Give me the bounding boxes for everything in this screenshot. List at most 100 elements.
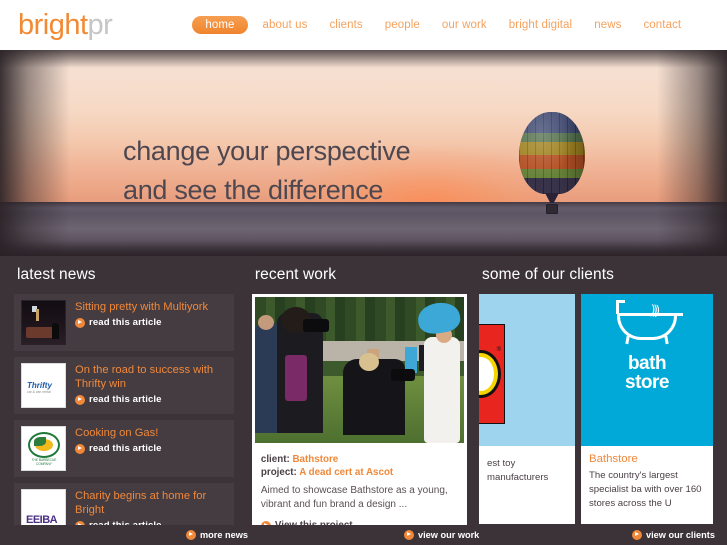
nav-item-clients[interactable]: clients	[318, 19, 373, 31]
latest-news-column: latest news Sitting pretty with Multiyor…	[14, 256, 234, 545]
read-article-label: read this article	[89, 317, 162, 328]
hero-vignette-bottom	[0, 240, 727, 256]
photo-detail	[302, 319, 329, 332]
work-description: Aimed to showcase Bathstore as a young, …	[260, 485, 448, 510]
nav-item-bright-digital[interactable]: bright digital	[498, 19, 583, 31]
thumb-art	[22, 301, 65, 344]
recent-work-column: recent work client: Bathstore project: A…	[251, 256, 467, 545]
hero-banner[interactable]: change your perspective and see the diff…	[0, 50, 727, 256]
logo-text-pr: pr	[87, 8, 113, 41]
thumb-detail: car & van rental	[27, 390, 51, 394]
bathstore-word-line1: bath	[627, 353, 667, 374]
news-list-item[interactable]: Sitting pretty with Multiyork read this …	[14, 294, 234, 351]
client-text-bathstore: Bathstore The country's largest speciali…	[581, 446, 713, 524]
clients-title: some of our clients	[482, 266, 614, 283]
bathstore-word-line2: store	[625, 372, 669, 393]
arrow-right-icon	[632, 530, 642, 540]
nav-item-our-work[interactable]: our work	[431, 19, 498, 31]
thumb-art: THE BARBECUE COMPANY	[22, 427, 65, 470]
tap-icon	[616, 300, 625, 314]
clients-column: some of our clients ® est toy manufactur…	[479, 256, 713, 545]
thumb-detail	[34, 437, 46, 446]
news-thumbnail-barbecue: THE BARBECUE COMPANY	[21, 426, 66, 471]
balloon-throat	[545, 193, 559, 203]
client-card-toy[interactable]: ® est toy manufacturers	[479, 294, 575, 524]
nav-item-about-us[interactable]: about us	[252, 19, 319, 31]
hot-air-balloon-icon	[519, 112, 585, 214]
news-item-title[interactable]: On the road to success with Thrifty win	[75, 363, 227, 391]
main-navigation: home about us clients people our work br…	[188, 16, 692, 34]
arrow-right-icon	[75, 317, 85, 328]
read-article-link[interactable]: read this article	[75, 443, 227, 454]
read-article-link[interactable]: read this article	[75, 394, 227, 405]
view-our-clients-link[interactable]: view our clients	[632, 530, 715, 540]
recent-work-photo[interactable]	[251, 294, 467, 446]
client-description: The country's largest specialist ba with…	[589, 470, 702, 509]
client-logo-toy: ®	[479, 294, 575, 446]
client-card-bathstore[interactable]: ))) bath store Bathstore The country's l…	[581, 294, 713, 524]
photo-detail	[358, 353, 379, 371]
logo-detail	[479, 353, 498, 395]
nav-item-news[interactable]: news	[583, 19, 632, 31]
bathtub-icon: )))	[616, 300, 683, 345]
photo-detail	[390, 369, 415, 381]
arrow-right-icon	[75, 443, 85, 454]
main-content: latest news Sitting pretty with Multiyor…	[0, 256, 727, 545]
nav-item-people[interactable]: people	[374, 19, 431, 31]
tub-leg	[625, 335, 630, 345]
photo-detail	[257, 315, 274, 330]
view-our-work-link[interactable]: view our work	[404, 530, 479, 540]
client-logo-bathstore: ))) bath store	[581, 294, 713, 446]
arrow-right-icon	[186, 530, 196, 540]
read-article-label: read this article	[89, 443, 162, 454]
hero-headline-line2: and see the difference	[123, 175, 384, 205]
view-our-clients-label: view our clients	[646, 530, 715, 540]
thumb-detail	[36, 309, 39, 321]
hero-headline: change your perspective and see the diff…	[123, 132, 411, 210]
work-project-row: project: A dead cert at Ascot	[261, 466, 458, 479]
logo-text-bright: bright	[18, 8, 88, 41]
site-logo[interactable]: brightpr	[18, 8, 113, 41]
news-thumbnail-multiyork	[21, 300, 66, 345]
hero-vignette-left	[0, 50, 70, 256]
read-article-label: read this article	[89, 394, 162, 405]
hero-headline-line1: change your perspective	[123, 136, 411, 166]
site-footer: more news view our work view our clients	[0, 525, 727, 545]
balloon-shading	[519, 112, 585, 194]
news-thumbnail-thrifty: Thrifty car & van rental	[21, 363, 66, 408]
tub-leg	[664, 335, 669, 345]
work-client-row: client: Bathstore	[261, 453, 458, 466]
news-list-item[interactable]: Thrifty car & van rental On the road to …	[14, 357, 234, 414]
news-item-body: Cooking on Gas! read this article	[75, 426, 227, 471]
nav-item-contact[interactable]: contact	[632, 19, 692, 31]
balloon-basket	[546, 204, 558, 214]
logo-detail: ®	[496, 347, 501, 353]
page-root: brightpr home about us clients people ou…	[0, 0, 727, 545]
news-item-title[interactable]: Cooking on Gas!	[75, 426, 227, 440]
clients-grid: ® est toy manufacturers ))) bath store B…	[479, 294, 713, 524]
work-project-label: project:	[260, 467, 297, 478]
thumb-detail: THE BARBECUE COMPANY	[31, 458, 57, 466]
steam-icon: )))	[649, 301, 660, 318]
more-news-link[interactable]: more news	[186, 530, 248, 540]
work-client-value[interactable]: Bathstore	[292, 454, 338, 465]
more-news-label: more news	[200, 530, 248, 540]
news-item-body: Sitting pretty with Multiyork read this …	[75, 300, 227, 345]
client-text-toy: est toy manufacturers	[479, 446, 575, 524]
latest-news-title: latest news	[17, 266, 96, 283]
view-our-work-label: view our work	[418, 530, 480, 540]
arrow-right-icon	[75, 394, 85, 405]
site-header: brightpr home about us clients people ou…	[0, 0, 727, 50]
work-project-value[interactable]: A dead cert at Ascot	[299, 467, 393, 478]
thumb-detail: Thrifty	[27, 381, 52, 390]
read-article-link[interactable]: read this article	[75, 317, 227, 328]
news-item-title[interactable]: Charity begins at home for Bright	[75, 489, 227, 517]
photo-detail	[284, 355, 307, 401]
nav-item-home[interactable]: home	[192, 16, 248, 34]
hero-vignette-right	[657, 50, 727, 256]
thumb-detail	[52, 323, 59, 339]
news-list-item[interactable]: THE BARBECUE COMPANY Cooking on Gas! rea…	[14, 420, 234, 477]
news-item-title[interactable]: Sitting pretty with Multiyork	[75, 300, 227, 314]
news-item-body: On the road to success with Thrifty win …	[75, 363, 227, 408]
hero-vignette-top	[0, 50, 727, 68]
